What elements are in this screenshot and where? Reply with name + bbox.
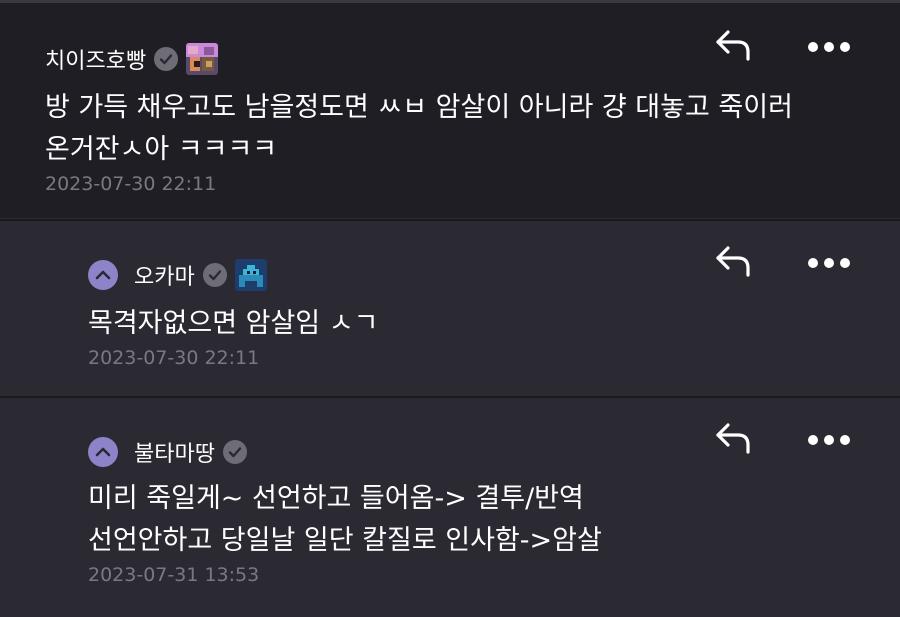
more-dots-icon <box>808 435 850 445</box>
author-name[interactable]: 치이즈호빵 <box>45 43 146 75</box>
comment-text-line: 목격자없으면 암살임 ㅅㄱ <box>88 308 379 339</box>
verified-check-icon <box>202 263 227 287</box>
verified-check-icon <box>222 440 247 464</box>
more-options-button[interactable] <box>801 420 857 460</box>
comment-text: 목격자없으면 암살임 ㅅㄱ <box>88 303 378 345</box>
chevron-up-icon[interactable] <box>88 260 118 290</box>
comment-text-line: 미리 죽일게~ 선언하고 들어옴-> 결투/반역 <box>88 483 584 514</box>
more-dots-icon <box>808 42 850 52</box>
comment-timestamp: 2023-07-30 22:11 <box>45 173 217 195</box>
reply-button[interactable] <box>711 25 755 65</box>
reply-comment-item: 오카마 목격자없으면 암살임 ㅅㄱ 2023-07-30 22:11 <box>0 219 900 395</box>
comment-text: 방 가득 채우고도 남을정도면 ㅆㅂ 암살이 아니라 걍 대놓고 죽이러 온거잔… <box>45 87 793 171</box>
reply-button[interactable] <box>711 418 755 458</box>
author-name[interactable]: 불타마땅 <box>134 436 215 468</box>
comment-item: 치이즈호빵 방 가득 채우고도 남을정도면 ㅆㅂ 암살이 아니라 걍 대놓고 죽… <box>0 0 900 218</box>
reply-arrow-icon <box>716 30 750 61</box>
pixel-avatar-image[interactable] <box>234 259 267 291</box>
more-dots-icon <box>808 258 850 268</box>
author-name[interactable]: 오카마 <box>134 259 195 291</box>
comment-text-line: 온거잔ㅅ아 ㅋㅋㅋㅋ <box>45 134 278 165</box>
comment-header: 오카마 <box>88 259 267 291</box>
chevron-up-icon[interactable] <box>88 437 118 467</box>
reply-arrow-icon <box>716 423 750 454</box>
comment-text-line: 선언안하고 당일날 일단 칼질로 인사함->암살 <box>88 525 602 556</box>
more-options-button[interactable] <box>801 243 857 283</box>
comment-text-line: 방 가득 채우고도 남을정도면 ㅆㅂ 암살이 아니라 걍 대놓고 죽이러 <box>45 92 793 123</box>
reply-comment-item: 불타마땅 미리 죽일게~ 선언하고 들어옴-> 결투/반역 선언안하고 당일날 … <box>0 396 900 617</box>
more-options-button[interactable] <box>801 27 857 67</box>
comment-header: 치이즈호빵 <box>45 43 219 75</box>
comment-timestamp: 2023-07-31 13:53 <box>88 564 260 586</box>
reply-arrow-icon <box>716 246 750 277</box>
reply-button[interactable] <box>711 241 755 281</box>
verified-check-icon <box>154 47 179 71</box>
user-avatar-image[interactable] <box>186 43 219 75</box>
comment-timestamp: 2023-07-30 22:11 <box>88 347 260 369</box>
comment-text: 미리 죽일게~ 선언하고 들어옴-> 결투/반역 선언안하고 당일날 일단 칼질… <box>88 478 602 562</box>
comment-header: 불타마땅 <box>88 436 247 468</box>
